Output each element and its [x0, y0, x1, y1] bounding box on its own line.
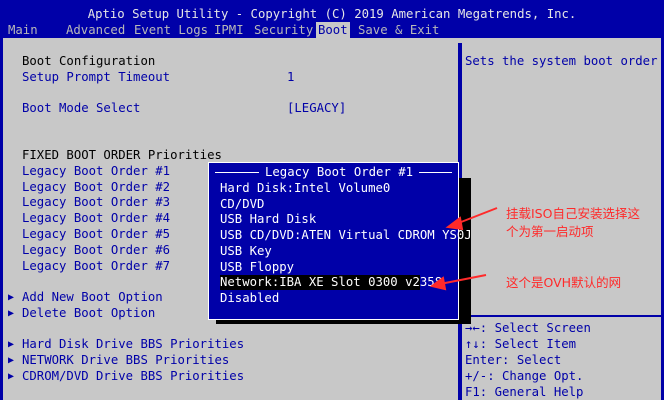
- popup-option-usb-floppy[interactable]: USB Floppy: [220, 260, 294, 275]
- add-new-boot-option[interactable]: Add New Boot Option: [22, 290, 163, 305]
- setup-prompt-timeout-value[interactable]: 1: [287, 70, 294, 85]
- menu-bar: Main Advanced Event Logs IPMI Security B…: [0, 22, 664, 38]
- submenu-arrow-icon: ▶: [8, 292, 15, 303]
- legacy-boot-order-3[interactable]: Legacy Boot Order #3: [22, 195, 170, 210]
- hdd-bbs-priorities[interactable]: Hard Disk Drive BBS Priorities: [22, 337, 244, 352]
- setup-prompt-timeout-label[interactable]: Setup Prompt Timeout: [22, 70, 170, 85]
- legacy-boot-order-1[interactable]: Legacy Boot Order #1: [22, 164, 170, 179]
- popup-option-hard-disk[interactable]: Hard Disk:Intel Volume0: [220, 181, 390, 196]
- help-text: Sets the system boot order: [465, 54, 658, 68]
- menu-event-logs[interactable]: Event Logs: [132, 22, 210, 38]
- menu-security[interactable]: Security: [252, 22, 315, 38]
- popup-option-usb-hard-disk[interactable]: USB Hard Disk: [220, 212, 316, 227]
- key-hint-select-screen: →←: Select Screen: [465, 321, 591, 335]
- boot-mode-select-label[interactable]: Boot Mode Select: [22, 101, 140, 116]
- popup-option-cd-dvd[interactable]: CD/DVD: [220, 197, 264, 212]
- legacy-boot-order-2[interactable]: Legacy Boot Order #2: [22, 180, 170, 195]
- window-title: Aptio Setup Utility - Copyright (C) 2019…: [0, 0, 664, 22]
- boot-configuration-heading: Boot Configuration: [22, 54, 156, 68]
- legacy-boot-order-popup: Legacy Boot Order #1 Hard Disk:Intel Vol…: [208, 162, 472, 320]
- boot-mode-select-value[interactable]: [LEGACY]: [287, 101, 346, 116]
- legacy-boot-order-7[interactable]: Legacy Boot Order #7: [22, 259, 170, 274]
- legacy-boot-order-4[interactable]: Legacy Boot Order #4: [22, 211, 170, 226]
- menu-save-exit[interactable]: Save & Exit: [356, 22, 441, 38]
- annotation-iso-line2: 个为第一启动项: [506, 224, 594, 239]
- annotation-ovh-note: 这个是OVH默认的网: [506, 275, 622, 290]
- legacy-boot-order-5[interactable]: Legacy Boot Order #5: [22, 227, 170, 242]
- menu-advanced[interactable]: Advanced: [64, 22, 127, 38]
- popup-option-network[interactable]: Network:IBA XE Slot 0300 v2358: [220, 275, 442, 290]
- key-hint-change-opt: +/-: Change Opt.: [465, 369, 584, 383]
- key-hint-general-help: F1: General Help: [465, 385, 584, 399]
- submenu-arrow-icon: ▶: [8, 355, 15, 366]
- fixed-boot-order-heading: FIXED BOOT ORDER Priorities: [22, 148, 222, 162]
- submenu-arrow-icon: ▶: [8, 339, 15, 350]
- annotation-iso-line1: 挂载ISO自己安装选择这: [506, 206, 640, 221]
- legacy-boot-order-6[interactable]: Legacy Boot Order #6: [22, 243, 170, 258]
- popup-option-usb-cd-dvd[interactable]: USB CD/DVD:ATEN Virtual CDROM YS0J: [220, 228, 472, 243]
- popup-title: Legacy Boot Order #1: [259, 165, 420, 180]
- network-bbs-priorities[interactable]: NETWORK Drive BBS Priorities: [22, 353, 229, 368]
- cdrom-bbs-priorities[interactable]: CDROM/DVD Drive BBS Priorities: [22, 369, 244, 384]
- key-hint-select-item: ↑↓: Select Item: [465, 337, 577, 351]
- submenu-arrow-icon: ▶: [8, 371, 15, 382]
- help-divider: [462, 315, 661, 317]
- menu-main[interactable]: Main: [6, 22, 40, 38]
- submenu-arrow-icon: ▶: [8, 308, 15, 319]
- key-hint-enter: Enter: Select: [465, 353, 562, 367]
- menu-ipmi[interactable]: IPMI: [212, 22, 246, 38]
- popup-option-disabled[interactable]: Disabled: [220, 291, 279, 306]
- menu-boot[interactable]: Boot: [316, 22, 350, 38]
- popup-option-usb-key[interactable]: USB Key: [220, 244, 272, 259]
- delete-boot-option[interactable]: Delete Boot Option: [22, 306, 155, 321]
